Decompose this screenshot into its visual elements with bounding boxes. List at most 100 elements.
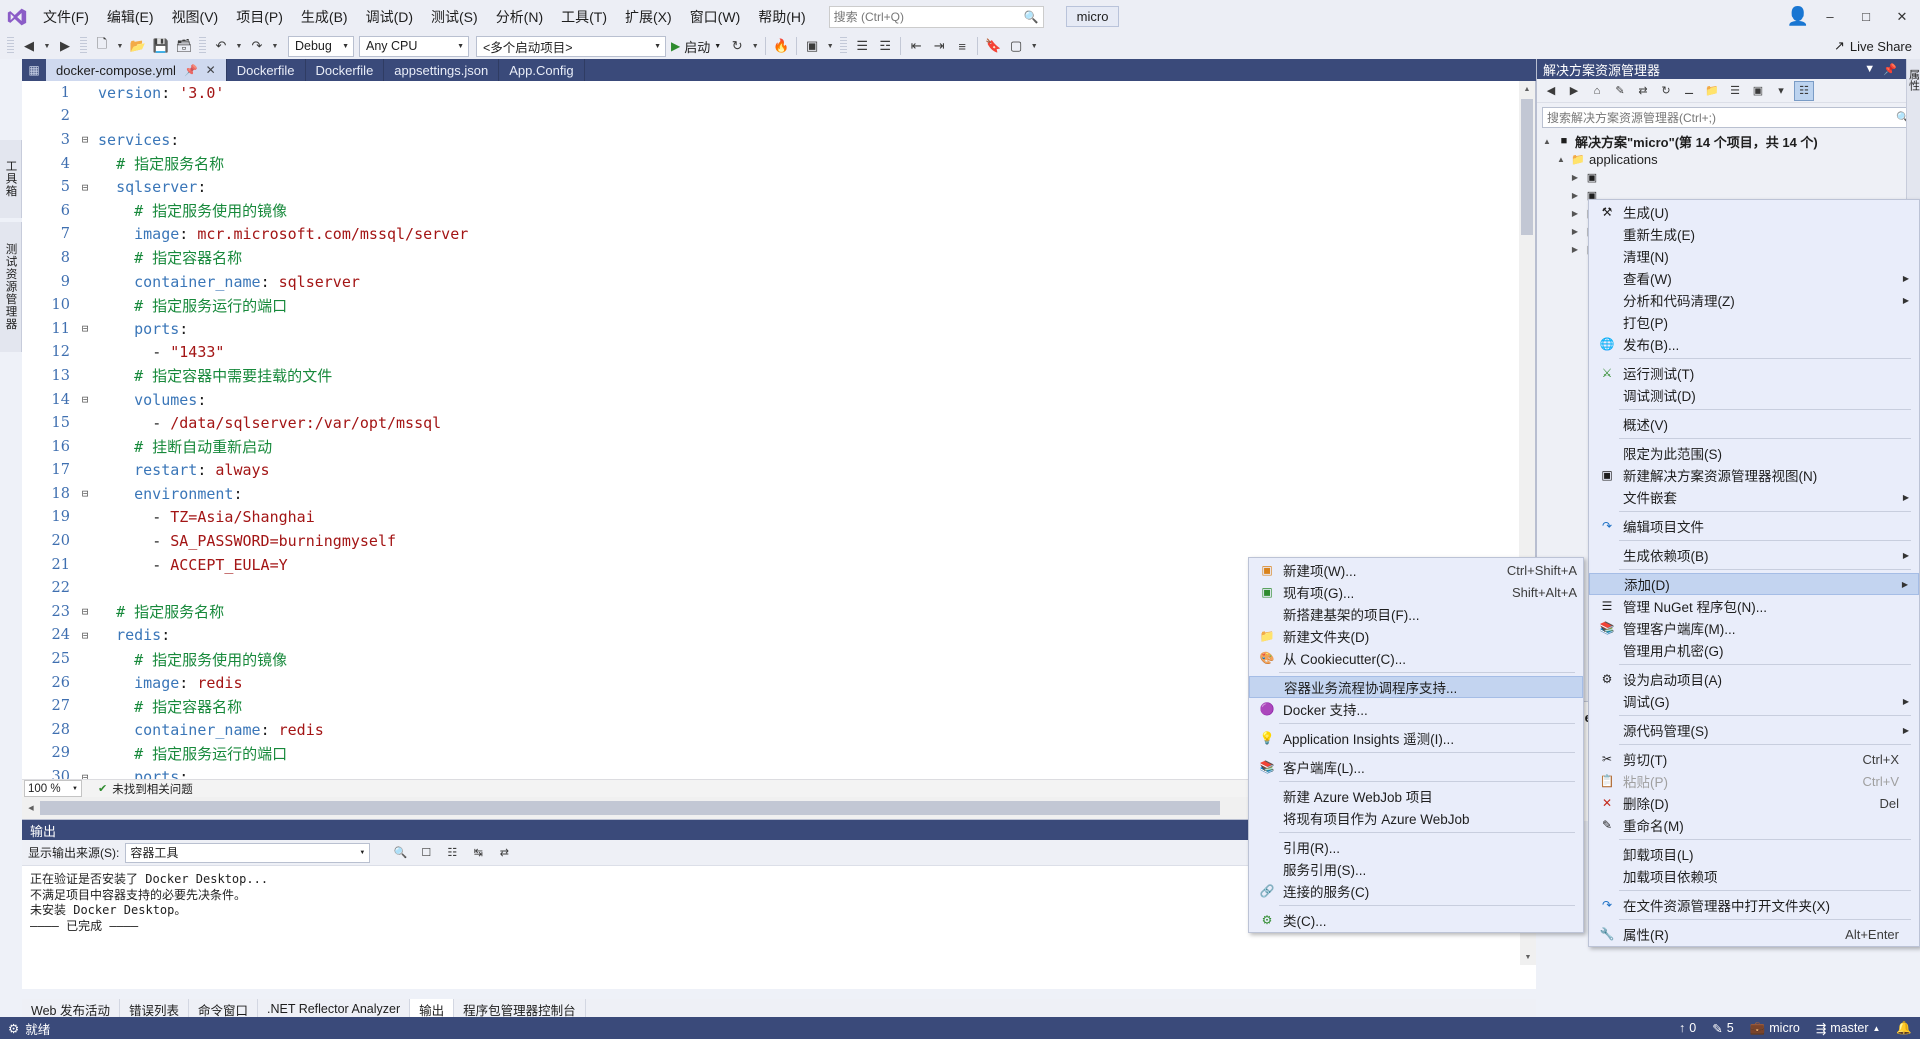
redo-caret-icon[interactable]: ▼ xyxy=(269,43,281,50)
hot-reload-icon[interactable]: 🔥 xyxy=(770,35,792,57)
menu-item-文件嵌套[interactable]: 文件嵌套 ▶ xyxy=(1589,486,1919,508)
code-line[interactable]: 12 - "1433" xyxy=(22,341,1519,365)
menu-test[interactable]: 测试(S) xyxy=(422,3,487,31)
status-branch[interactable]: ⇶ master ▲ xyxy=(1816,1021,1881,1036)
fold-toggle-icon[interactable]: ⊟ xyxy=(78,322,92,335)
refresh-icon[interactable]: ↻ xyxy=(1656,81,1676,101)
menu-item-调试测试-D-[interactable]: 调试测试(D) xyxy=(1589,384,1919,406)
new-project-caret-icon[interactable]: ▼ xyxy=(114,43,126,50)
toolbox-strip[interactable]: 工具箱 xyxy=(0,140,22,218)
code-line[interactable]: 18 ⊟ environment: xyxy=(22,482,1519,506)
menu-item-属性-R-[interactable]: 🔧 属性(R) Alt+Enter xyxy=(1589,923,1919,945)
bottom-tab-.NET Reflector Analyzer[interactable]: .NET Reflector Analyzer xyxy=(258,999,411,1019)
menu-item-Docker-支持-[interactable]: 🟣 Docker 支持... xyxy=(1249,698,1583,720)
menu-project[interactable]: 项目(P) xyxy=(227,3,292,31)
toolbar-grip-4[interactable] xyxy=(840,37,848,55)
status-repository[interactable]: 💼 micro xyxy=(1750,1021,1800,1036)
pending-changes-icon[interactable]: ✎ xyxy=(1610,81,1630,101)
scroll-left-icon[interactable]: ◀ xyxy=(22,797,40,819)
restart-icon[interactable]: ↻ xyxy=(726,35,748,57)
live-preview-icon[interactable]: ▣ xyxy=(801,35,823,57)
menu-item-类-C-[interactable]: ⚙ 类(C)... xyxy=(1249,909,1583,931)
fold-toggle-icon[interactable]: ⊟ xyxy=(78,393,92,406)
fold-toggle-icon[interactable]: ⊟ xyxy=(78,605,92,618)
status-edits[interactable]: ✎ 5 xyxy=(1712,1021,1733,1036)
solution-tree-item[interactable]: ▲ ■ 解决方案"micro"(第 14 个项目，共 14 个) xyxy=(1537,132,1920,150)
save-all-icon[interactable]: 🗃 xyxy=(173,35,195,57)
quick-launch-search[interactable]: 搜索 (Ctrl+Q) 🔍 xyxy=(828,5,1044,28)
live-share-button[interactable]: ↗ Live Share xyxy=(1834,38,1912,54)
menu-item-删除-D-[interactable]: ✕ 删除(D) Del xyxy=(1589,792,1919,814)
output-wordwrap-icon[interactable]: ↹ xyxy=(468,843,488,863)
view-options-icon[interactable]: ▾ xyxy=(1771,81,1791,101)
bookmark-clear-icon[interactable]: ▢ xyxy=(1005,35,1027,57)
menu-item-新建-Azure-WebJob-项目[interactable]: 新建 Azure WebJob 项目 xyxy=(1249,785,1583,807)
code-line[interactable]: 11 ⊟ ports: xyxy=(22,317,1519,341)
output-goto-icon[interactable]: ⇄ xyxy=(494,843,514,863)
menu-item-打包-P-[interactable]: 打包(P) xyxy=(1589,311,1919,333)
menu-item-分析和代码清理-Z-[interactable]: 分析和代码清理(Z) ▶ xyxy=(1589,289,1919,311)
redo-icon[interactable]: ↷ xyxy=(246,35,268,57)
code-line[interactable]: 8 # 指定容器名称 xyxy=(22,246,1519,270)
solution-tree-item[interactable]: ▶▣ xyxy=(1537,168,1920,186)
indent-increase-icon[interactable]: ⇥ xyxy=(928,35,950,57)
new-project-icon[interactable]: 🗋 xyxy=(91,35,113,57)
menu-item-生成依赖项-B-[interactable]: 生成依赖项(B) ▶ xyxy=(1589,544,1919,566)
menu-item-现有项-G-[interactable]: ▣ 现有项(G)... Shift+Alt+A xyxy=(1249,581,1583,603)
navigate-forward-icon[interactable]: ▶ xyxy=(54,35,76,57)
undo-caret-icon[interactable]: ▼ xyxy=(233,43,245,50)
status-outgoing[interactable]: ↑ 0 xyxy=(1679,1021,1696,1035)
align-icon[interactable]: ≡ xyxy=(951,35,973,57)
editor-issue-status[interactable]: ✔ 未找到相关问题 xyxy=(98,781,193,797)
hscrollbar-thumb[interactable] xyxy=(40,801,1220,815)
menu-item-编辑项目文件[interactable]: ↷ 编辑项目文件 xyxy=(1589,515,1919,537)
maximize-button[interactable]: □ xyxy=(1848,0,1884,33)
bottom-tab-错误列表[interactable]: 错误列表 xyxy=(120,999,189,1019)
account-avatar-icon[interactable]: 👤 xyxy=(1784,3,1812,31)
menu-item-管理用户机密-G-[interactable]: 管理用户机密(G) xyxy=(1589,639,1919,661)
menu-item-容器业务流程协调程序支持-[interactable]: 容器业务流程协调程序支持... xyxy=(1249,676,1583,698)
open-file-icon[interactable]: 📂 xyxy=(127,35,149,57)
chevron-down-icon[interactable]: ▼ xyxy=(714,43,721,50)
menu-view[interactable]: 视图(V) xyxy=(163,3,228,31)
menu-item-新建项-W-[interactable]: ▣ 新建项(W)... Ctrl+Shift+A xyxy=(1249,559,1583,581)
test-explorer-strip[interactable]: 测试资源管理器 xyxy=(0,222,22,352)
home-icon[interactable]: ⌂ xyxy=(1587,81,1607,101)
expander-icon[interactable]: ▶ xyxy=(1569,191,1581,200)
restart-caret-icon[interactable]: ▼ xyxy=(749,43,761,50)
menu-item-生成-U-[interactable]: ⚒ 生成(U) xyxy=(1589,201,1919,223)
code-line[interactable]: 17 restart: always xyxy=(22,459,1519,483)
code-line[interactable]: 6 # 指定服务使用的镜像 xyxy=(22,199,1519,223)
solution-explorer-search-input[interactable]: 搜索解决方案资源管理器(Ctrl+;) 🔍 xyxy=(1542,107,1915,128)
solution-tree-item[interactable]: ▲ 📁 applications xyxy=(1537,150,1920,168)
project-context-menu[interactable]: ⚒ 生成(U) 重新生成(E) 清理(N) 查看(W) ▶ 分析和代码清理(Z) ▶ 打包(P)… xyxy=(1588,199,1920,947)
status-notifications[interactable]: 🔔 xyxy=(1896,1021,1912,1036)
back-icon[interactable]: ◀ xyxy=(1541,81,1561,101)
menu-item-连接的服务-C-[interactable]: 🔗 连接的服务(C) xyxy=(1249,880,1583,902)
toolbar-grip-2[interactable] xyxy=(80,37,87,55)
menu-extensions[interactable]: 扩展(X) xyxy=(616,3,681,31)
code-line[interactable]: 5 ⊟ sqlserver: xyxy=(22,175,1519,199)
code-line[interactable]: 16 # 挂断自动重新启动 xyxy=(22,435,1519,459)
scrollbar-thumb[interactable] xyxy=(1521,99,1533,235)
tab-docker-compose-yml[interactable]: docker-compose.yml 📌 ✕ xyxy=(46,59,227,81)
tab-dockerfile-1[interactable]: Dockerfile xyxy=(226,59,306,81)
properties-icon[interactable]: ☰ xyxy=(1725,81,1745,101)
fold-toggle-icon[interactable]: ⊟ xyxy=(78,487,92,500)
tab-app-config[interactable]: App.Config xyxy=(499,59,585,81)
menu-window[interactable]: 窗口(W) xyxy=(681,3,750,31)
menu-item-查看-W-[interactable]: 查看(W) ▶ xyxy=(1589,267,1919,289)
bottom-tab-输出[interactable]: 输出 xyxy=(410,999,455,1019)
filter-icon[interactable]: ☷ xyxy=(1794,80,1814,101)
toolbar-grip-3[interactable] xyxy=(199,37,206,55)
menu-item-在文件资源管理器中打开文件夹-X-[interactable]: ↷ 在文件资源管理器中打开文件夹(X) xyxy=(1589,894,1919,916)
menu-item-服务引用-S-[interactable]: 服务引用(S)... xyxy=(1249,858,1583,880)
fold-toggle-icon[interactable]: ⊟ xyxy=(78,133,92,146)
menu-item-新建文件夹-D-[interactable]: 📁 新建文件夹(D) xyxy=(1249,625,1583,647)
code-line[interactable]: 7 image: mcr.microsoft.com/mssql/server xyxy=(22,223,1519,247)
add-submenu[interactable]: ▣ 新建项(W)... Ctrl+Shift+A ▣ 现有项(G)... Shift+Al… xyxy=(1248,557,1584,933)
tab-appsettings-json[interactable]: appsettings.json xyxy=(384,59,500,81)
scroll-up-icon[interactable]: ▲ xyxy=(1519,81,1535,97)
menu-item-加载项目依赖项[interactable]: 加载项目依赖项 xyxy=(1589,865,1919,887)
forward-icon[interactable]: ▶ xyxy=(1564,81,1584,101)
